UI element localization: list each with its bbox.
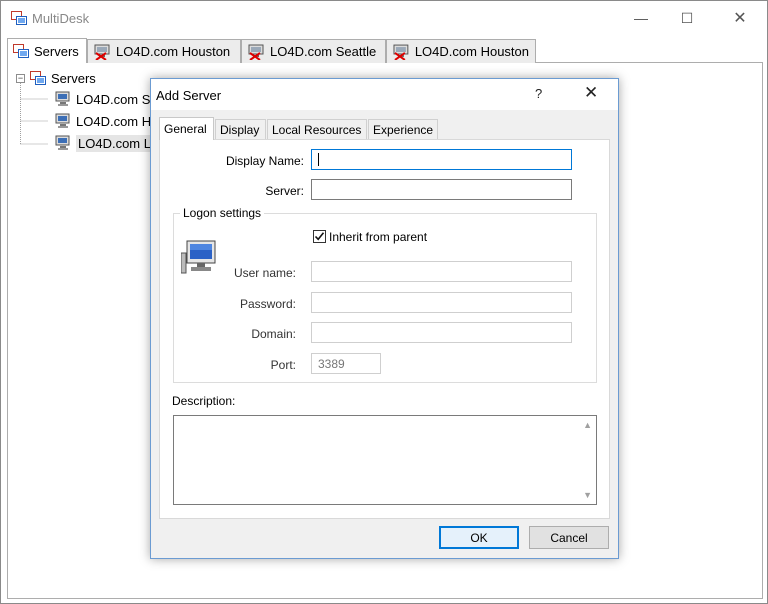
username-label: User name: [233, 266, 296, 280]
password-label: Password: [239, 297, 296, 311]
description-textarea[interactable]: ▲ ▼ [173, 415, 597, 505]
disconnected-server-icon [393, 44, 409, 60]
tree-item-label: LO4D.com H [76, 113, 152, 129]
tree-item-server[interactable]: LO4D.com Se [53, 89, 158, 109]
collapse-icon[interactable]: − [16, 73, 25, 83]
text-caret [318, 153, 319, 166]
tab-lo4d-seattle[interactable]: LO4D.com Seattle [241, 39, 386, 63]
tab-experience[interactable]: Experience [368, 119, 438, 140]
add-server-dialog: Add Server ? ✕ General Display Local Res… [150, 78, 619, 559]
tree-item-server-selected[interactable]: LO4D.com Lo [53, 133, 161, 153]
computer-icon [181, 240, 216, 274]
password-input[interactable] [311, 292, 572, 313]
dialog-close-button[interactable]: ✕ [584, 83, 598, 103]
disconnected-server-icon [94, 44, 110, 60]
username-input[interactable] [311, 261, 572, 282]
display-name-input[interactable] [311, 149, 572, 170]
server-label: Server: [265, 184, 304, 198]
servers-icon [13, 44, 29, 58]
close-button[interactable]: ✕ [717, 1, 763, 35]
description-label: Description: [172, 394, 236, 408]
help-button[interactable]: ? [535, 86, 542, 101]
maximize-button[interactable]: ☐ [664, 1, 710, 35]
tab-lo4d-houston-2[interactable]: LO4D.com Houston [386, 39, 536, 63]
server-input[interactable] [311, 179, 572, 200]
domain-label: Domain: [251, 327, 296, 341]
display-name-label: Display Name: [225, 154, 304, 168]
disconnected-server-icon [248, 44, 264, 60]
tree-item-server[interactable]: LO4D.com H [53, 111, 151, 131]
tab-label: LO4D.com Houston [414, 44, 529, 59]
minimize-button[interactable]: — [618, 1, 664, 35]
tab-label: Servers [34, 43, 79, 59]
checkmark-icon [314, 232, 325, 241]
multidesk-app-icon [11, 11, 27, 25]
domain-input[interactable] [311, 322, 572, 343]
tree-item-label: LO4D.com Se [76, 91, 158, 107]
title-bar: MultiDesk — ☐ ✕ [1, 1, 767, 35]
logon-settings-group: Logon settings Inherit from parent User … [173, 206, 597, 383]
main-tabstrip: Servers LO4D.com Houston LO4D.com Seattl… [7, 38, 763, 63]
inherit-from-parent-checkbox[interactable] [313, 230, 326, 243]
computer-icon [55, 91, 70, 106]
tab-display[interactable]: Display [215, 119, 266, 140]
tab-lo4d-houston[interactable]: LO4D.com Houston [87, 39, 241, 63]
tree-connector-lines [20, 83, 48, 145]
port-label: Port: [270, 358, 296, 372]
tab-servers[interactable]: Servers [7, 38, 87, 63]
dialog-title-bar: Add Server ? ✕ [151, 79, 618, 110]
computer-icon [55, 135, 70, 150]
dialog-title: Add Server [156, 88, 222, 103]
app-title: MultiDesk [32, 11, 90, 26]
computer-icon [55, 113, 70, 128]
cancel-button[interactable]: Cancel [529, 526, 609, 549]
tab-label: LO4D.com Houston [116, 44, 231, 59]
tree-item-label: LO4D.com Lo [76, 134, 161, 152]
port-value: 3389 [318, 357, 345, 371]
port-input[interactable]: 3389 [311, 353, 381, 374]
scroll-up-icon[interactable]: ▲ [583, 420, 592, 430]
tab-label: LO4D.com Seattle [270, 44, 377, 59]
tree-root-label: Servers [51, 70, 96, 86]
tab-local-resources[interactable]: Local Resources [267, 119, 367, 140]
inherit-from-parent-label[interactable]: Inherit from parent [329, 230, 427, 244]
dialog-tabstrip: General Display Local Resources Experien… [159, 117, 609, 140]
logon-settings-title: Logon settings [180, 206, 265, 220]
scroll-down-icon[interactable]: ▼ [583, 490, 592, 500]
ok-button[interactable]: OK [439, 526, 519, 549]
tab-general[interactable]: General [159, 117, 214, 140]
general-tab-page: Display Name: Server: Logon settings Inh… [159, 139, 610, 519]
